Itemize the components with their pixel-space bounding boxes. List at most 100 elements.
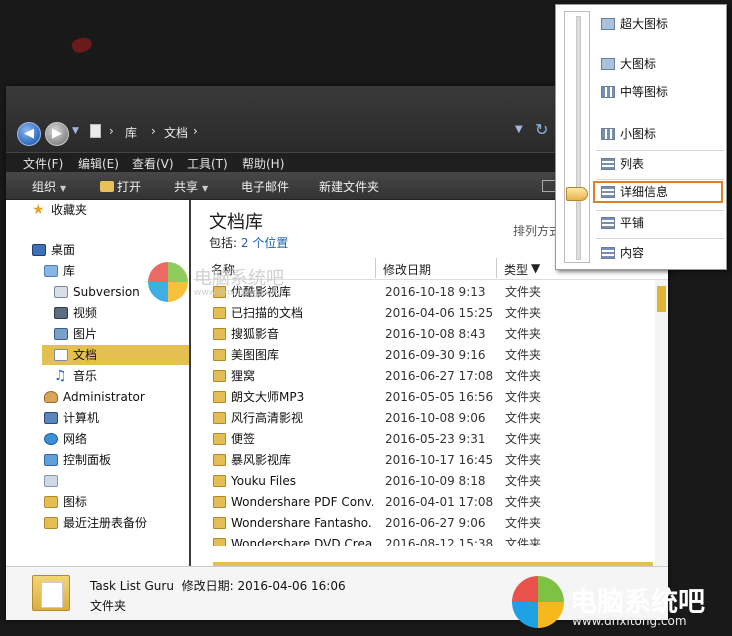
- breadcrumb-documents[interactable]: 文档: [164, 124, 188, 141]
- view-slider-thumb[interactable]: [566, 187, 588, 201]
- nav-desktop[interactable]: 桌面: [32, 240, 75, 260]
- file-date: 2016-04-06 15:25: [385, 306, 494, 320]
- breadcrumb-libraries[interactable]: 库: [125, 124, 137, 141]
- column-divider[interactable]: [375, 258, 376, 278]
- small-icons-icon: [601, 128, 615, 140]
- view-option-label: 平铺: [620, 216, 645, 230]
- file-row[interactable]: 风行高清影视 2016-10-08 9:06 文件夹: [213, 408, 653, 429]
- nav-icons-folder[interactable]: 图标: [44, 492, 87, 512]
- forward-button[interactable]: ▶: [45, 122, 69, 146]
- file-name: Wondershare DVD Crea...: [231, 537, 373, 546]
- file-row[interactable]: 朗文大师MP3 2016-05-05 16:56 文件夹: [213, 387, 653, 408]
- nav-registry-backup[interactable]: 最近注册表备份: [44, 513, 147, 533]
- file-type: 文件夹: [505, 495, 542, 509]
- recent-pages-dropdown-icon[interactable]: ▼: [72, 126, 79, 136]
- view-option-list[interactable]: 列表: [601, 153, 723, 175]
- nav-pictures[interactable]: 图片: [54, 324, 97, 344]
- chevron-down-icon: ▼: [60, 184, 67, 193]
- menu-help[interactable]: 帮助(H): [242, 155, 284, 172]
- folder-icon: [213, 517, 226, 529]
- menu-file[interactable]: 文件(F): [23, 155, 63, 172]
- share-button[interactable]: 共享 ▼: [174, 178, 208, 195]
- folder-icon: [213, 349, 226, 361]
- nav-computer[interactable]: 计算机: [44, 408, 99, 428]
- file-name: 已扫描的文档: [231, 306, 304, 320]
- selected-item-type: 文件夹: [90, 599, 127, 613]
- file-date: 2016-10-08 9:06: [385, 411, 486, 425]
- menu-view[interactable]: 查看(V): [132, 155, 174, 172]
- file-row[interactable]: Wondershare DVD Crea... 2016-08-12 15:38 文…: [213, 534, 653, 546]
- includes-locations-link[interactable]: 2 个位置: [241, 236, 288, 250]
- view-option-label: 超大图标: [620, 17, 669, 31]
- column-divider[interactable]: [496, 258, 497, 278]
- file-row[interactable]: 狸窝 2016-06-27 17:08 文件夹: [213, 366, 653, 387]
- control-panel-icon: [44, 454, 58, 466]
- large-icons-icon: [601, 58, 615, 70]
- nav-recycle-bin[interactable]: [44, 471, 63, 491]
- view-option-small-icons[interactable]: 小图标: [601, 123, 723, 145]
- view-option-extra-large-icons[interactable]: 超大图标: [601, 13, 723, 35]
- nav-favorites[interactable]: ★ 收藏夹: [32, 200, 87, 220]
- change-view-icon[interactable]: [542, 180, 556, 192]
- view-dropdown-menu: 超大图标 大图标 中等图标 小图标 列表 详细信息 平铺 内容: [555, 4, 727, 270]
- email-button[interactable]: 电子邮件: [241, 178, 289, 195]
- open-button[interactable]: 打开: [100, 178, 141, 195]
- nav-label: 收藏夹: [51, 203, 88, 217]
- vertical-scrollbar[interactable]: [655, 280, 668, 566]
- file-row[interactable]: 美图图库 2016-09-30 9:16 文件夹: [213, 345, 653, 366]
- nav-label: 网络: [63, 432, 88, 446]
- file-date: 2016-06-27 17:08: [385, 369, 494, 383]
- nav-control-panel[interactable]: 控制面板: [44, 450, 111, 470]
- navigation-pane: ★ 收藏夹 桌面 库 Subversion 视频 图片 文档 ♫ 音乐 Admini…: [6, 200, 191, 566]
- file-type: 文件夹: [505, 390, 542, 404]
- nav-network[interactable]: 网络: [44, 429, 87, 449]
- details-view-icon: [601, 186, 615, 198]
- view-option-content[interactable]: 内容: [601, 242, 723, 264]
- nav-subversion[interactable]: Subversion: [54, 282, 140, 302]
- file-row[interactable]: 已扫描的文档 2016-04-06 15:25 文件夹: [213, 303, 653, 324]
- view-option-medium-icons[interactable]: 中等图标: [601, 81, 723, 103]
- desktop-icon: [32, 244, 46, 256]
- file-row[interactable]: 便签 2016-05-23 9:31 文件夹: [213, 429, 653, 450]
- arrow-left-icon: ◀: [24, 126, 34, 141]
- menu-tools[interactable]: 工具(T): [187, 155, 228, 172]
- new-folder-button[interactable]: 新建文件夹: [319, 178, 379, 195]
- nav-label: 控制面板: [63, 453, 112, 467]
- file-row[interactable]: 暴风影视库 2016-10-17 16:45 文件夹: [213, 450, 653, 471]
- nav-music[interactable]: ♫ 音乐: [54, 366, 97, 386]
- nav-administrator[interactable]: Administrator: [44, 387, 145, 407]
- file-row[interactable]: 搜狐影音 2016-10-08 8:43 文件夹: [213, 324, 653, 345]
- nav-label: Administrator: [63, 390, 145, 404]
- view-option-large-icons[interactable]: 大图标: [601, 53, 723, 75]
- organize-button[interactable]: 组织 ▼: [32, 178, 66, 195]
- details-pane: Task List Guru 修改日期: 2016-04-06 16:06 文件…: [6, 566, 668, 620]
- column-type[interactable]: 类型: [504, 261, 528, 278]
- scrollbar-thumb[interactable]: [657, 286, 666, 312]
- view-size-slider[interactable]: [564, 11, 590, 263]
- recycle-bin-icon: [44, 475, 58, 487]
- nav-label: 库: [63, 264, 76, 278]
- view-option-label: 内容: [620, 246, 645, 260]
- selected-item-info: Task List Guru 修改日期: 2016-04-06 16:06: [90, 577, 346, 594]
- nav-videos[interactable]: 视频: [54, 303, 97, 323]
- view-option-label: 详细信息: [620, 185, 669, 199]
- file-row[interactable]: Wondershare PDF Conv... 2016-04-01 17:08 文…: [213, 492, 653, 513]
- nav-libraries[interactable]: 库: [44, 261, 75, 281]
- view-option-details[interactable]: 详细信息: [593, 181, 723, 203]
- column-date[interactable]: 修改日期: [383, 261, 431, 278]
- refresh-icon[interactable]: ↻: [535, 120, 548, 139]
- view-option-tiles[interactable]: 平铺: [601, 212, 723, 234]
- file-row[interactable]: Youku Files 2016-10-09 8:18 文件夹: [213, 471, 653, 492]
- chevron-down-icon: ▼: [202, 184, 209, 193]
- file-row[interactable]: Wondershare Fantasho... 2016-06-27 9:06 文件…: [213, 513, 653, 534]
- file-type: 文件夹: [505, 432, 542, 446]
- back-button[interactable]: ◀: [17, 122, 41, 146]
- file-type: 文件夹: [505, 306, 542, 320]
- menu-edit[interactable]: 编辑(E): [78, 155, 119, 172]
- file-name: Wondershare PDF Conv...: [231, 495, 373, 509]
- arrange-by-button[interactable]: 排列方式: [513, 222, 561, 239]
- address-dropdown-icon[interactable]: ▼: [515, 124, 523, 135]
- file-date: 2016-04-01 17:08: [385, 495, 494, 509]
- library-title: 文档库: [209, 212, 263, 233]
- nav-documents[interactable]: 文档: [42, 345, 189, 365]
